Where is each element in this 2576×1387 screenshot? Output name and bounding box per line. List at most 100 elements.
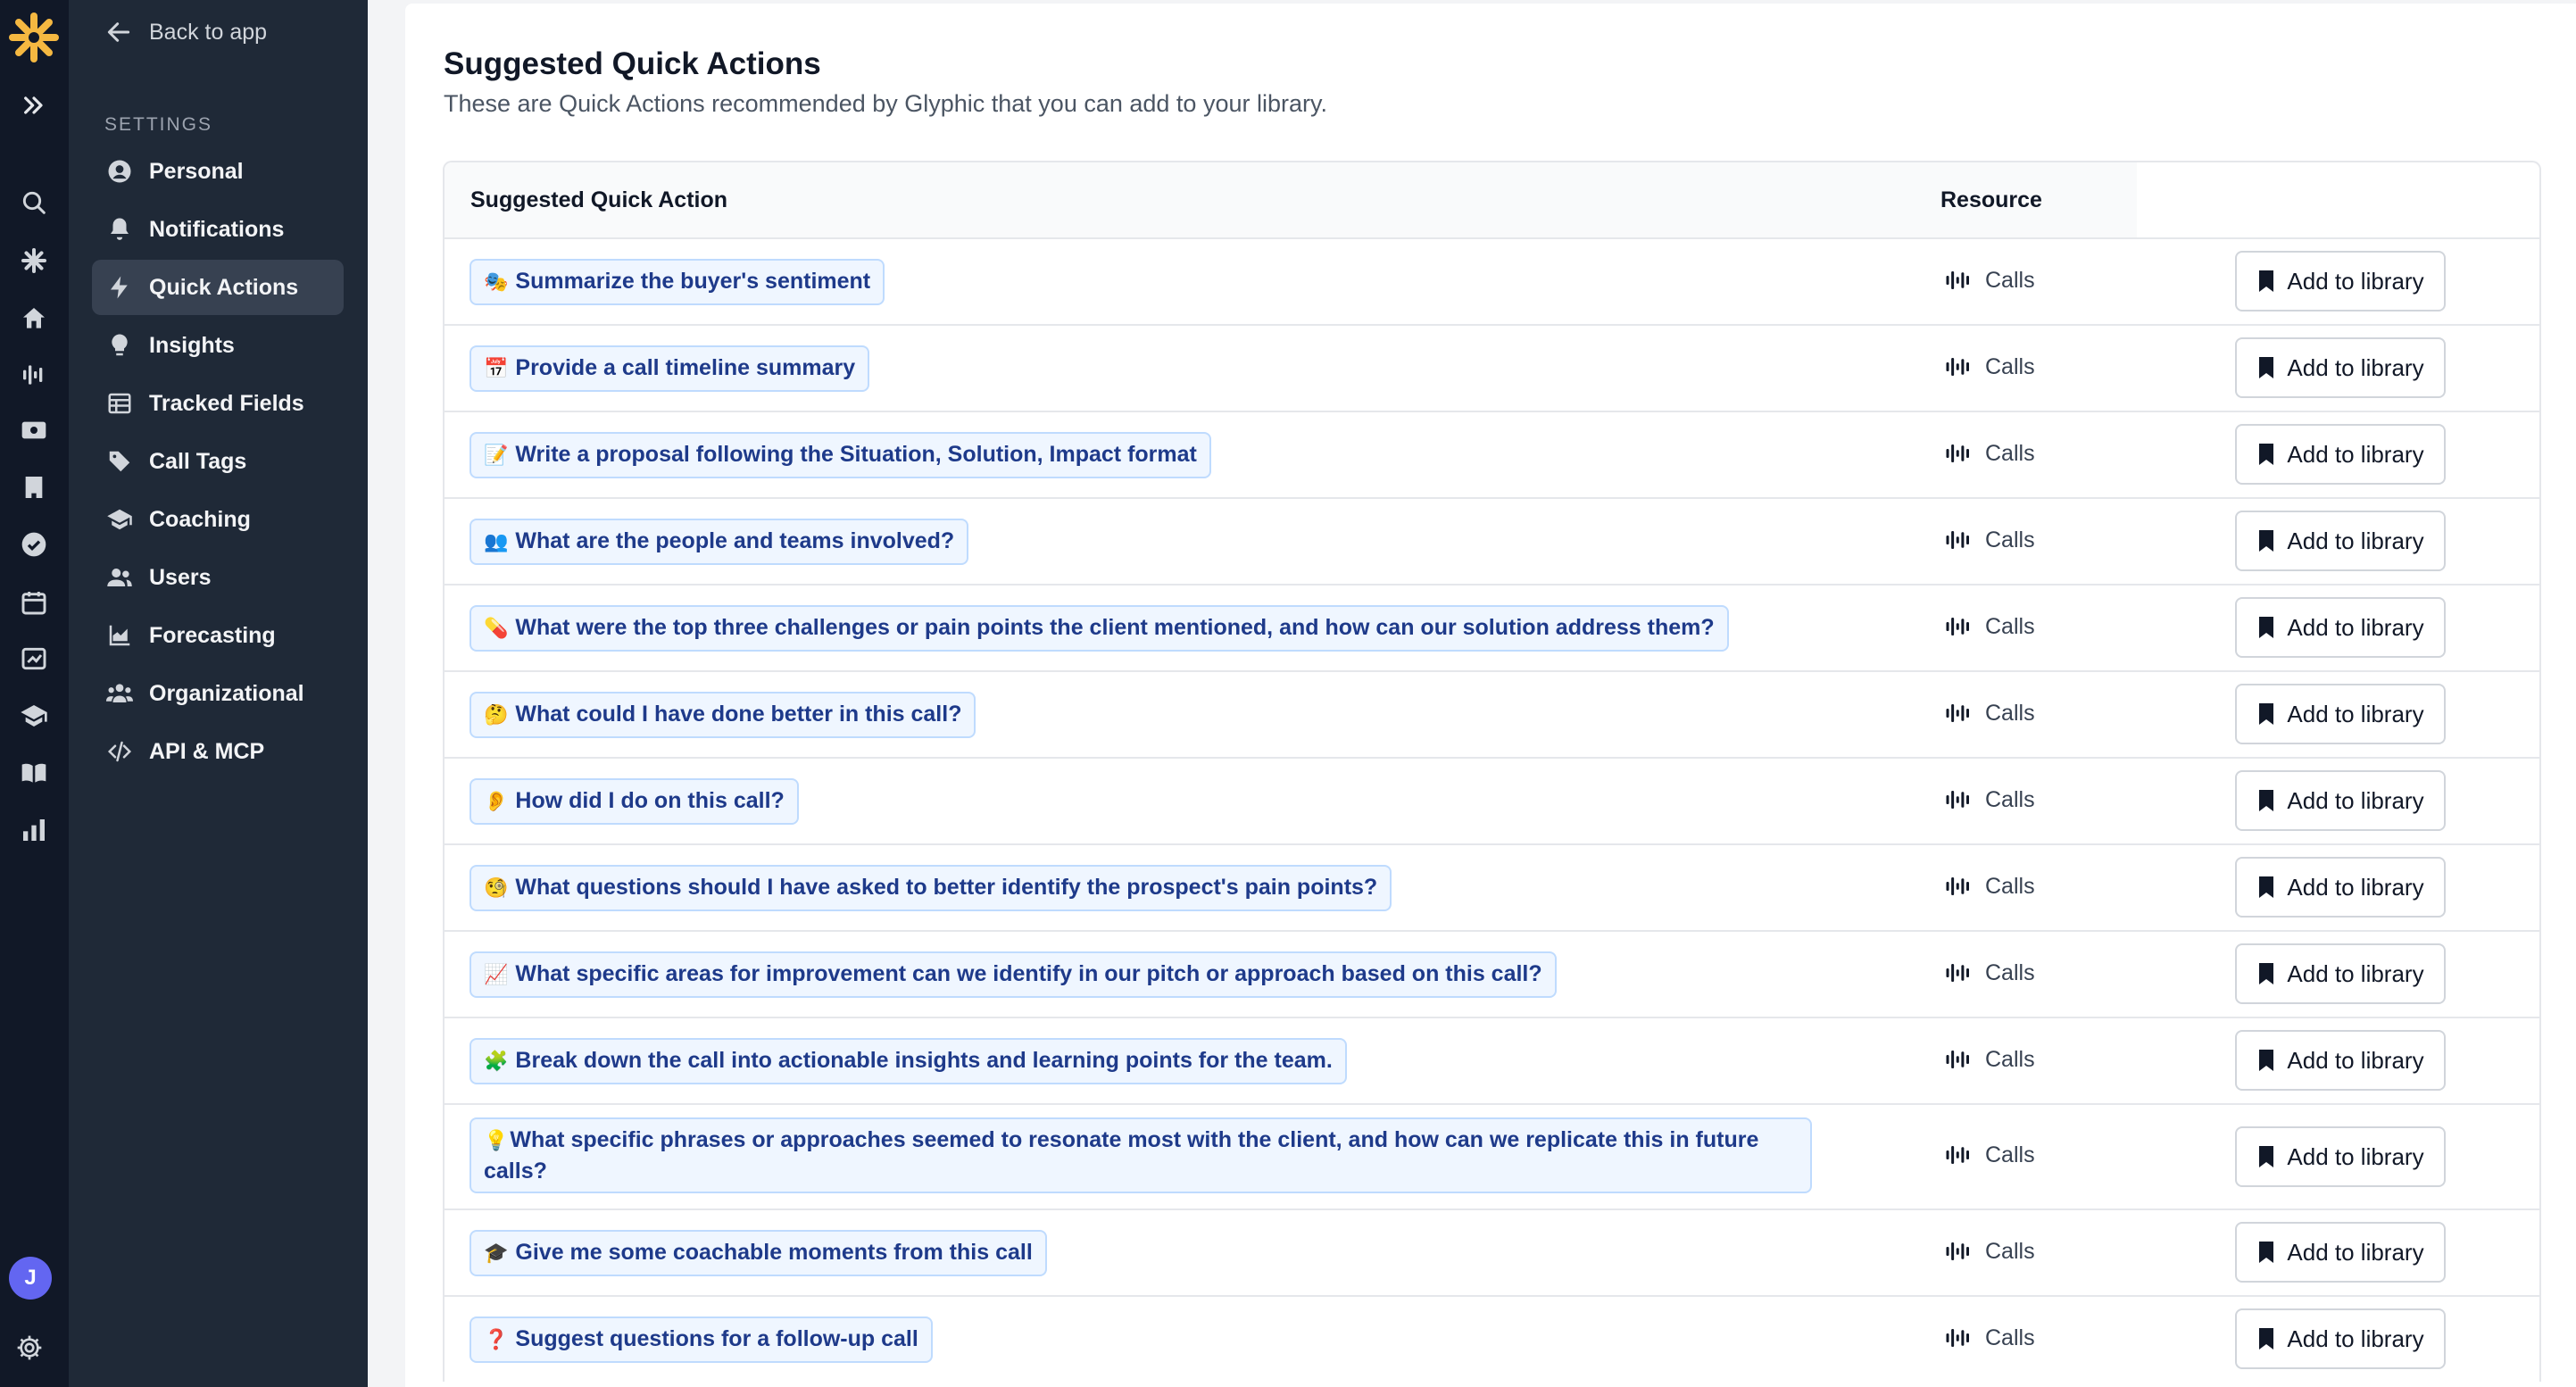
sidebar-item-api-mcp[interactable]: API & MCP — [92, 724, 344, 779]
calls-icon — [1944, 700, 1971, 727]
quick-action-chip[interactable]: 🧩 Break down the call into actionable ins… — [469, 1038, 1347, 1084]
action-emoji-icon: 🎭 — [484, 270, 509, 293]
back-to-app-link[interactable]: Back to app — [104, 14, 267, 50]
add-to-library-button[interactable]: Add to library — [2235, 1308, 2446, 1369]
quick-action-chip[interactable]: 👂 How did I do on this call? — [469, 778, 799, 825]
glyphic-logo-icon[interactable] — [7, 11, 61, 64]
add-to-library-button[interactable]: Add to library — [2235, 424, 2446, 485]
library-icon[interactable] — [16, 755, 52, 791]
sidebar-item-label: Coaching — [149, 506, 251, 532]
calls-icon — [1944, 1142, 1971, 1168]
expand-sidebar-icon[interactable] — [16, 87, 52, 123]
companies-icon[interactable] — [16, 469, 52, 505]
sidebar-item-users[interactable]: Users — [92, 550, 344, 605]
action-emoji-icon: 💡 — [484, 1129, 509, 1151]
settings-gear-icon[interactable] — [12, 1330, 47, 1366]
action-emoji-icon: 💊 — [484, 616, 509, 639]
resource-label: Calls — [1985, 959, 2035, 985]
glyphic-icon[interactable] — [16, 243, 52, 278]
calls-icon — [1944, 353, 1971, 380]
lightbulb-icon — [104, 330, 135, 361]
add-to-library-button[interactable]: Add to library — [2235, 1222, 2446, 1283]
sidebar-item-tracked-fields[interactable]: Tracked Fields — [92, 376, 344, 431]
home-icon[interactable] — [16, 301, 52, 336]
calls-icon — [1944, 267, 1971, 294]
resource-label: Calls — [1985, 353, 2035, 379]
resource-label: Calls — [1985, 1325, 2035, 1350]
bookmark-icon — [2256, 702, 2276, 726]
resource-cell: Calls — [1944, 527, 2035, 553]
quick-action-text: What specific areas for improvement can … — [515, 961, 1542, 986]
quick-action-chip[interactable]: 📈 What specific areas for improvement can… — [469, 951, 1557, 998]
action-emoji-icon: 📈 — [484, 962, 509, 985]
add-to-library-button[interactable]: Add to library — [2235, 1126, 2446, 1187]
quick-action-chip[interactable]: 🎭 Summarize the buyer's sentiment — [469, 259, 885, 305]
add-to-library-button[interactable]: Add to library — [2235, 337, 2446, 398]
settings-nav: Personal Notifications Quick Actions Ins… — [92, 144, 344, 782]
add-to-library-button[interactable]: Add to library — [2235, 511, 2446, 571]
sidebar-item-organizational[interactable]: Organizational — [92, 666, 344, 721]
bookmark-icon — [2256, 876, 2276, 899]
add-to-library-button[interactable]: Add to library — [2235, 770, 2446, 831]
quick-action-chip[interactable]: 💡What specific phrases or approaches see… — [469, 1117, 1812, 1193]
add-to-library-label: Add to library — [2287, 1142, 2424, 1170]
resource-cell: Calls — [1944, 353, 2035, 380]
coaching-icon[interactable] — [16, 698, 52, 734]
avatar[interactable]: J — [9, 1257, 52, 1300]
sidebar-item-label: Notifications — [149, 216, 285, 242]
quick-action-chip[interactable]: ❓ Suggest questions for a follow-up call — [469, 1316, 933, 1363]
quick-action-chip[interactable]: 👥 What are the people and teams involved? — [469, 519, 969, 565]
resource-label: Calls — [1985, 440, 2035, 466]
add-to-library-label: Add to library — [2287, 786, 2424, 814]
sidebar-item-label: Call Tags — [149, 448, 247, 474]
sidebar-item-label: Insights — [149, 332, 235, 358]
resource-cell: Calls — [1944, 1142, 2035, 1168]
table-icon — [104, 388, 135, 419]
search-icon[interactable] — [16, 185, 52, 220]
add-to-library-button[interactable]: Add to library — [2235, 857, 2446, 918]
action-emoji-icon: 🤔 — [484, 702, 509, 726]
sidebar-item-coaching[interactable]: Coaching — [92, 492, 344, 547]
suggested-actions-table: Suggested Quick Action Resource 🎭 Summari… — [443, 161, 2541, 1382]
quick-action-chip[interactable]: 🎓 Give me some coachable moments from thi… — [469, 1230, 1047, 1276]
calls-icon — [1944, 959, 1971, 986]
calls-icon — [1944, 613, 1971, 640]
quick-action-chip[interactable]: 📅 Provide a call timeline summary — [469, 345, 870, 392]
lightning-icon — [104, 272, 135, 303]
add-to-library-button[interactable]: Add to library — [2235, 597, 2446, 658]
add-to-library-label: Add to library — [2287, 440, 2424, 468]
resource-label: Calls — [1985, 613, 2035, 639]
forecast-icon[interactable] — [16, 641, 52, 677]
resource-label: Calls — [1985, 1046, 2035, 1072]
add-to-library-button[interactable]: Add to library — [2235, 1030, 2446, 1091]
resource-label: Calls — [1985, 267, 2035, 293]
table-row: 👂 How did I do on this call? Calls Add to l… — [445, 757, 2539, 843]
quick-action-chip[interactable]: 🤔 What could I have done better in this c… — [469, 692, 976, 738]
analytics-icon[interactable] — [16, 812, 52, 848]
calls-icon — [1944, 1238, 1971, 1265]
sidebar-item-quick-actions[interactable]: Quick Actions — [92, 260, 344, 315]
chart-icon — [104, 620, 135, 651]
add-to-library-button[interactable]: Add to library — [2235, 684, 2446, 744]
table-row: 👥 What are the people and teams involved?… — [445, 497, 2539, 584]
calls-icon — [1944, 440, 1971, 467]
sidebar-item-personal[interactable]: Personal — [92, 144, 344, 199]
add-to-library-label: Add to library — [2287, 1238, 2424, 1266]
sidebar-item-call-tags[interactable]: Call Tags — [92, 434, 344, 489]
sidebar-item-insights[interactable]: Insights — [92, 318, 344, 373]
deals-icon[interactable] — [16, 412, 52, 448]
quick-action-chip[interactable]: 🧐 What questions should I have asked to b… — [469, 865, 1392, 911]
quick-action-chip[interactable]: 📝 Write a proposal following the Situatio… — [469, 432, 1211, 478]
action-emoji-icon: 🧩 — [484, 1049, 509, 1072]
sidebar-item-forecasting[interactable]: Forecasting — [92, 608, 344, 663]
sidebar-item-notifications[interactable]: Notifications — [92, 202, 344, 257]
calendar-icon[interactable] — [16, 585, 52, 620]
quick-action-chip[interactable]: 💊 What were the top three challenges or p… — [469, 605, 1729, 652]
quick-action-text: Give me some coachable moments from this… — [515, 1240, 1033, 1265]
table-row: 📝 Write a proposal following the Situatio… — [445, 411, 2539, 497]
verified-icon[interactable] — [16, 527, 52, 562]
add-to-library-button[interactable]: Add to library — [2235, 943, 2446, 1004]
calls-icon[interactable] — [16, 357, 52, 393]
add-to-library-button[interactable]: Add to library — [2235, 251, 2446, 311]
calls-icon — [1944, 527, 1971, 553]
